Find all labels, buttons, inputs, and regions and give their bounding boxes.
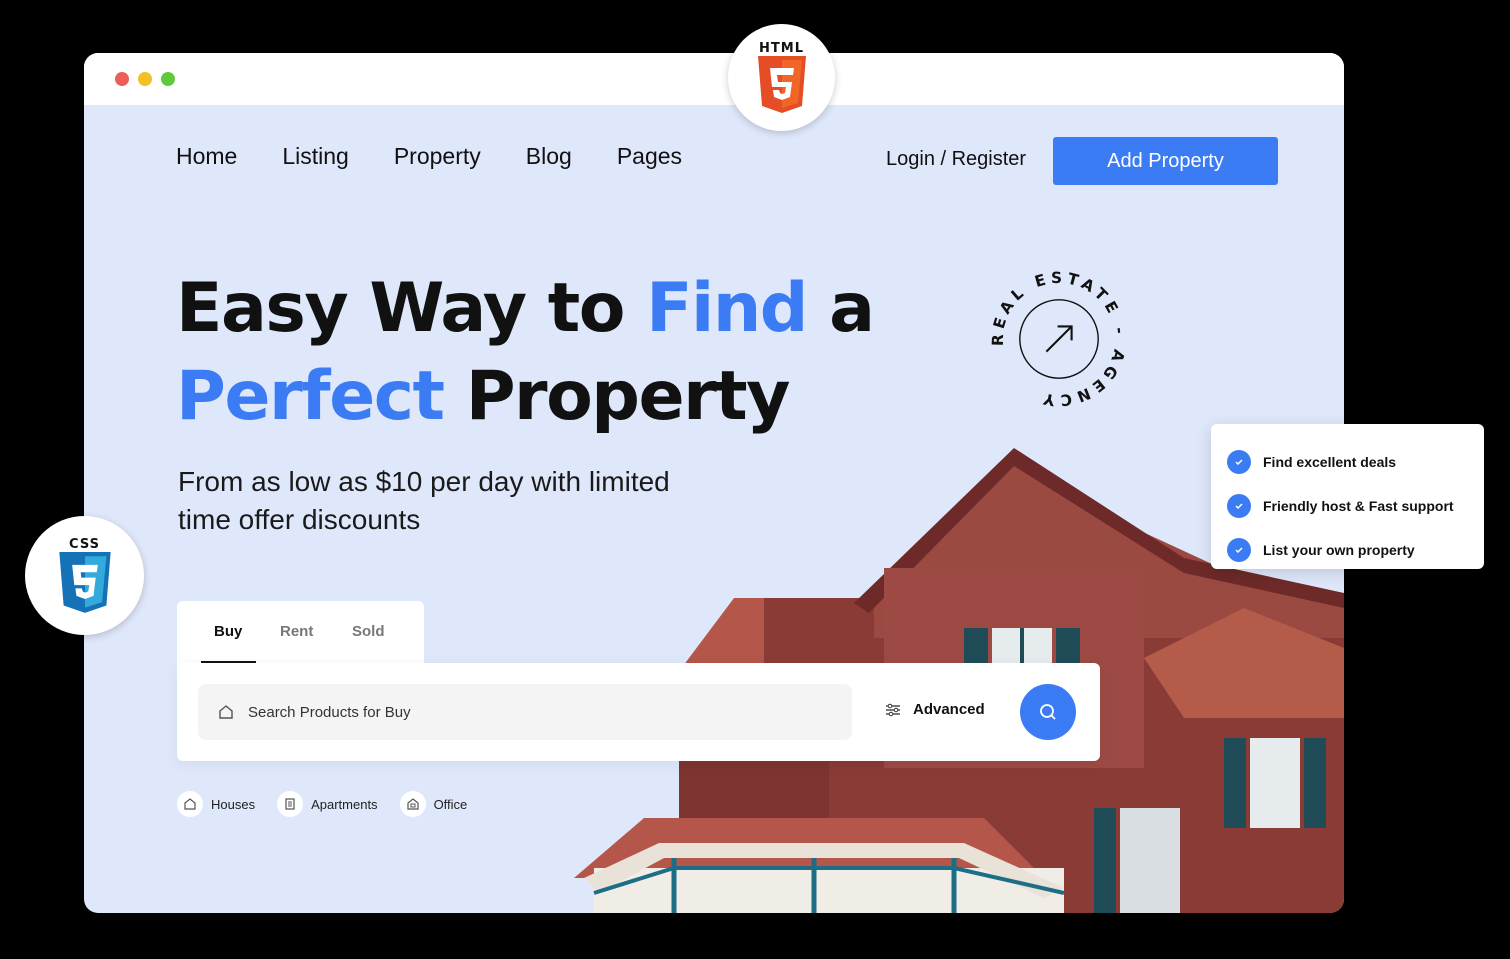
- category-label: Apartments: [311, 796, 378, 812]
- search-tabs: Buy Rent Sold: [177, 601, 424, 663]
- feature-item: List your own property: [1211, 528, 1484, 572]
- window-titlebar: [84, 53, 1344, 105]
- html-label: HTML: [759, 41, 804, 56]
- css-label: CSS: [69, 537, 100, 552]
- tab-sold[interactable]: Sold: [352, 623, 385, 640]
- category-list: Houses Apartments Office: [177, 791, 467, 817]
- check-icon: [1227, 494, 1251, 518]
- browser-window: Home Listing Property Blog Pages Login /…: [84, 53, 1344, 913]
- advanced-filter-button[interactable]: Advanced: [885, 701, 985, 718]
- headline-highlight: Find: [646, 269, 808, 348]
- login-register-link[interactable]: Login / Register: [886, 148, 1026, 171]
- tab-rent[interactable]: Rent: [280, 623, 313, 640]
- check-icon: [1227, 538, 1251, 562]
- office-icon: [399, 791, 426, 817]
- sliders-icon: [886, 703, 900, 716]
- headline-highlight: Perfect: [176, 357, 445, 436]
- feature-label: Friendly host & Fast support: [1263, 498, 1454, 514]
- apartment-icon: [277, 791, 304, 817]
- search-icon: [1040, 704, 1056, 720]
- minimize-window-dot[interactable]: [138, 72, 152, 86]
- html5-badge: HTML: [728, 24, 835, 131]
- category-label: Houses: [211, 796, 256, 812]
- category-office[interactable]: Office: [399, 791, 468, 817]
- check-icon: [1227, 450, 1251, 474]
- html5-shield-icon: [757, 56, 806, 113]
- close-window-dot[interactable]: [115, 72, 129, 86]
- search-button[interactable]: [1020, 684, 1076, 740]
- feature-item: Find excellent deals: [1211, 440, 1484, 484]
- category-label: Office: [433, 796, 468, 812]
- css3-badge: CSS: [25, 516, 144, 635]
- nav-home[interactable]: Home: [176, 143, 237, 170]
- feature-item: Friendly host & Fast support: [1211, 484, 1484, 528]
- hero-headline: Easy Way to Find a Perfect Property: [176, 265, 875, 441]
- home-icon: [219, 705, 233, 719]
- nav-blog[interactable]: Blog: [526, 143, 572, 170]
- feature-label: Find excellent deals: [1263, 454, 1397, 470]
- tab-buy[interactable]: Buy: [214, 623, 242, 640]
- search-input[interactable]: Search Products for Buy: [198, 684, 852, 740]
- nav-property[interactable]: Property: [394, 143, 481, 170]
- advanced-label: Advanced: [913, 701, 985, 718]
- nav-listing[interactable]: Listing: [282, 143, 348, 170]
- category-houses[interactable]: Houses: [177, 791, 255, 817]
- features-card: Find excellent deals Friendly host & Fas…: [1211, 424, 1484, 569]
- css3-shield-icon: [58, 552, 111, 613]
- headline-part: Property: [443, 357, 791, 436]
- search-panel: Search Products for Buy Advanced: [177, 663, 1100, 761]
- feature-label: List your own property: [1263, 542, 1415, 558]
- headline-part: Easy Way to: [176, 269, 647, 348]
- real-estate-agency-seal: REAL ESTATE - AGENCY: [989, 269, 1125, 409]
- headline-part: a: [806, 269, 875, 348]
- category-apartments[interactable]: Apartments: [277, 791, 378, 817]
- add-property-button[interactable]: Add Property: [1053, 137, 1278, 185]
- house-icon: [177, 791, 203, 817]
- hero-subtitle: From as low as $10 per day with limited …: [178, 466, 670, 535]
- nav-pages[interactable]: Pages: [617, 143, 682, 170]
- maximize-window-dot[interactable]: [161, 72, 175, 86]
- main-nav: Home Listing Property Blog Pages: [176, 143, 727, 170]
- search-placeholder: Search Products for Buy: [248, 703, 411, 721]
